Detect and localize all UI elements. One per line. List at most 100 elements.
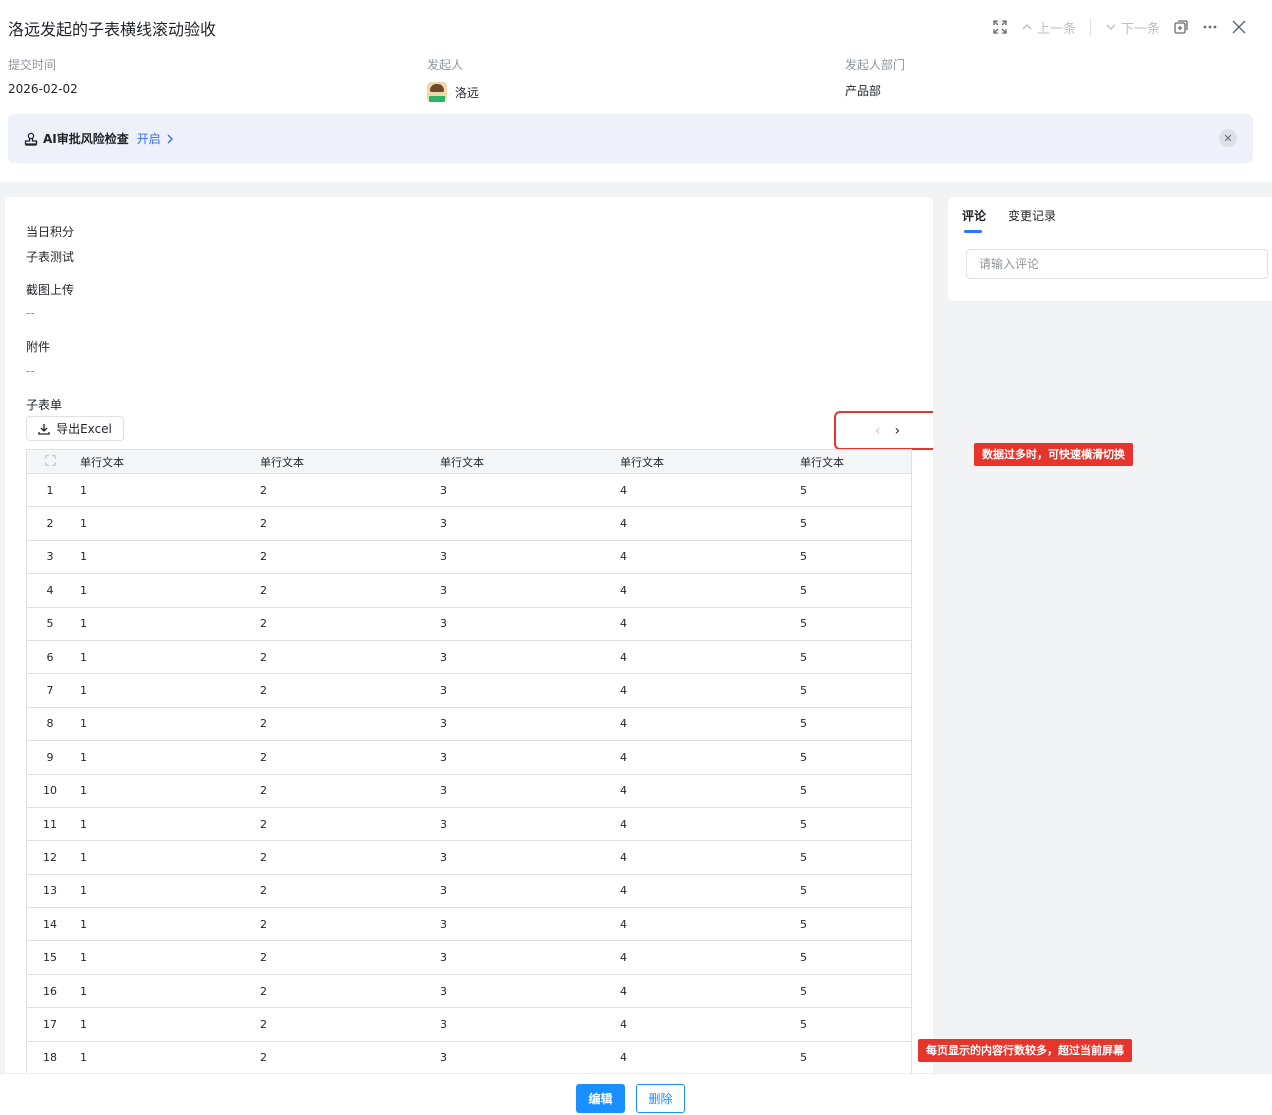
- table-cell: 4: [620, 850, 627, 864]
- table-cell: 3: [440, 850, 447, 864]
- row-index: 5: [46, 617, 54, 631]
- table-cell: 3: [440, 750, 447, 764]
- table-cell: 2: [260, 650, 267, 664]
- row-index: 4: [46, 583, 54, 597]
- table-cell: 5: [800, 1017, 807, 1031]
- table-row[interactable]: 18 1 2 3 4 5: [27, 1042, 911, 1076]
- table-row[interactable]: 4 1 2 3 4 5: [27, 574, 911, 608]
- scroll-left-button[interactable]: ‹: [875, 423, 881, 439]
- table-row[interactable]: 3 1 2 3 4 5: [27, 541, 911, 575]
- table-row[interactable]: 14 1 2 3 4 5: [27, 908, 911, 942]
- field-value-daily-points: 子表测试: [26, 250, 75, 264]
- row-index: 17: [43, 1017, 57, 1031]
- column-header: 单行文本: [800, 455, 844, 469]
- table-row[interactable]: 16 1 2 3 4 5: [27, 975, 911, 1009]
- dept-value: 产品部: [845, 84, 882, 98]
- table-row[interactable]: 6 1 2 3 4 5: [27, 641, 911, 675]
- row-index: 7: [46, 684, 54, 698]
- row-index: 12: [43, 850, 57, 864]
- table-cell: 2: [260, 617, 267, 631]
- row-index: 11: [43, 817, 57, 831]
- copy-window-icon[interactable]: [1174, 20, 1188, 34]
- initiator-row: 洛远: [427, 82, 479, 102]
- subtable: 单行文本 单行文本 单行文本 单行文本 单行文本 112345212345312…: [26, 449, 912, 1076]
- close-icon[interactable]: [1232, 20, 1246, 34]
- ai-risk-enable-link[interactable]: 开启: [137, 130, 175, 147]
- stamp-icon: [24, 132, 38, 146]
- table-row[interactable]: 2 1 2 3 4 5: [27, 507, 911, 541]
- more-icon[interactable]: [1202, 20, 1218, 34]
- table-cell: 1: [80, 617, 87, 631]
- table-cell: 5: [800, 817, 807, 831]
- next-record-button[interactable]: 下一条: [1105, 18, 1160, 37]
- table-cell: 4: [620, 617, 627, 631]
- table-cell: 5: [800, 617, 807, 631]
- expand-table-icon[interactable]: [27, 454, 73, 469]
- footer-bar: 编辑 删除: [0, 1073, 1272, 1115]
- avatar[interactable]: [427, 82, 447, 102]
- prev-record-button[interactable]: 上一条: [1021, 18, 1076, 37]
- row-index: 13: [43, 884, 57, 898]
- column-header: 单行文本: [620, 455, 664, 469]
- annotation-scroll-note: 数据过多时，可快速横滑切换: [974, 443, 1133, 466]
- submit-time-block: 提交时间 2026-02-02: [8, 56, 78, 96]
- table-cell: 4: [620, 650, 627, 664]
- table-cell: 3: [440, 884, 447, 898]
- table-row[interactable]: 8 1 2 3 4 5: [27, 708, 911, 742]
- field-label-screenshot: 截图上传: [26, 283, 75, 297]
- tab-comment[interactable]: 评论: [962, 207, 986, 233]
- table-cell: 1: [80, 650, 87, 664]
- subtable-label: 子表单: [26, 398, 63, 412]
- row-index: 2: [46, 517, 54, 531]
- table-cell: 4: [620, 517, 627, 531]
- table-header: 单行文本 单行文本 单行文本 单行文本 单行文本: [27, 449, 911, 474]
- table-cell: 4: [620, 1017, 627, 1031]
- table-cell: 2: [260, 550, 267, 564]
- table-row[interactable]: 17 1 2 3 4 5: [27, 1008, 911, 1042]
- table-cell: 5: [800, 984, 807, 998]
- submit-time-value: 2026-02-02: [8, 82, 78, 96]
- table-row[interactable]: 12 1 2 3 4 5: [27, 841, 911, 875]
- table-cell: 3: [440, 1017, 447, 1031]
- table-cell: 1: [80, 550, 87, 564]
- table-row[interactable]: 1 1 2 3 4 5: [27, 474, 911, 508]
- export-excel-button[interactable]: 导出Excel: [26, 416, 124, 441]
- ai-bar-close-icon[interactable]: ✕: [1219, 129, 1237, 147]
- table-cell: 1: [80, 850, 87, 864]
- table-cell: 3: [440, 517, 447, 531]
- row-index: 16: [43, 984, 57, 998]
- comment-input[interactable]: [966, 249, 1268, 279]
- table-row[interactable]: 5 1 2 3 4 5: [27, 608, 911, 641]
- tab-change-history[interactable]: 变更记录: [1008, 207, 1056, 231]
- edit-button[interactable]: 编辑: [576, 1084, 625, 1113]
- table-cell: 4: [620, 684, 627, 698]
- table-row[interactable]: 10 1 2 3 4 5: [27, 775, 911, 808]
- delete-button[interactable]: 删除: [636, 1084, 685, 1113]
- table-cell: 5: [800, 850, 807, 864]
- table-row[interactable]: 11 1 2 3 4 5: [27, 808, 911, 842]
- table-cell: 1: [80, 717, 87, 731]
- table-cell: 2: [260, 951, 267, 965]
- table-cell: 5: [800, 784, 807, 798]
- table-cell: 1: [80, 817, 87, 831]
- table-cell: 1: [80, 684, 87, 698]
- scroll-right-button[interactable]: ›: [895, 423, 901, 439]
- field-value-attachment: --: [26, 364, 35, 378]
- table-cell: 4: [620, 951, 627, 965]
- table-cell: 1: [80, 917, 87, 931]
- chevron-right-icon: [167, 134, 173, 143]
- table-row[interactable]: 15 1 2 3 4 5: [27, 941, 911, 975]
- table-cell: 3: [440, 483, 447, 497]
- form-card: 当日积分 子表测试 截图上传 -- 附件 -- 子表单 导出Excel ‹ › …: [5, 197, 933, 1097]
- table-row[interactable]: 13 1 2 3 4 5: [27, 875, 911, 909]
- table-cell: 1: [80, 1051, 87, 1065]
- table-row[interactable]: 9 1 2 3 4 5: [27, 741, 911, 775]
- table-cell: 2: [260, 917, 267, 931]
- table-body: 1123452123453123454123455123456123457123…: [27, 474, 911, 1076]
- row-index: 10: [43, 784, 57, 798]
- table-cell: 3: [440, 984, 447, 998]
- download-icon: [38, 423, 50, 435]
- table-cell: 4: [620, 1051, 627, 1065]
- table-row[interactable]: 7 1 2 3 4 5: [27, 674, 911, 708]
- expand-icon[interactable]: [993, 20, 1007, 34]
